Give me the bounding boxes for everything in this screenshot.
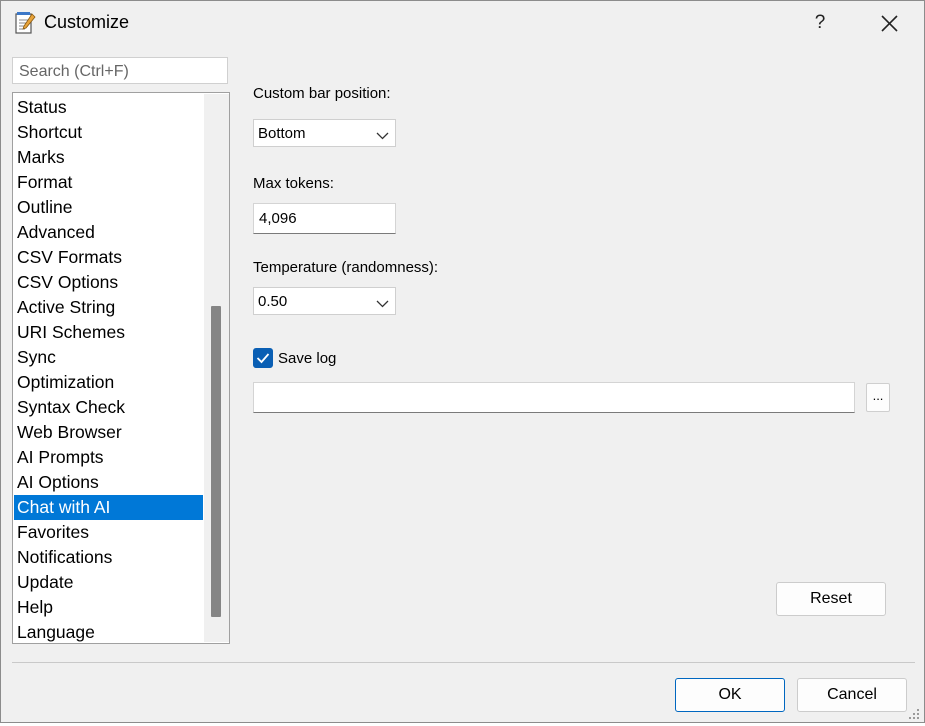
list-item[interactable]: CSV Formats	[14, 245, 203, 270]
list-item[interactable]: Optimization	[14, 370, 203, 395]
bar-position-value: Bottom	[258, 125, 306, 142]
list-item[interactable]: AI Prompts	[14, 445, 203, 470]
save-log-label[interactable]: Save log	[278, 350, 336, 367]
help-button[interactable]: ?	[802, 7, 838, 39]
list-item[interactable]: Syntax Check	[14, 395, 203, 420]
cancel-button[interactable]: Cancel	[797, 678, 907, 712]
list-item[interactable]: AI Options	[14, 470, 203, 495]
list-item[interactable]: Outline	[14, 195, 203, 220]
temperature-select[interactable]: 0.50	[253, 287, 396, 315]
bar-position-select[interactable]: Bottom	[253, 119, 396, 147]
category-list[interactable]: Status Shortcut Marks Format Outline Adv…	[12, 92, 230, 644]
list-item[interactable]: Favorites	[14, 520, 203, 545]
log-path-input[interactable]	[253, 382, 855, 413]
list-scrollbar[interactable]	[204, 94, 229, 642]
customize-dialog: Customize ? Search (Ctrl+F) Status Short…	[0, 0, 925, 723]
max-tokens-label: Max tokens:	[253, 175, 334, 192]
bar-position-label: Custom bar position:	[253, 85, 391, 102]
temperature-label: Temperature (randomness):	[253, 259, 439, 276]
list-item[interactable]: Sync	[14, 345, 203, 370]
temperature-value: 0.50	[258, 293, 288, 310]
list-item[interactable]: Update	[14, 570, 203, 595]
list-item-selected[interactable]: Chat with AI	[14, 495, 203, 520]
list-item[interactable]: Status	[14, 95, 203, 120]
list-item[interactable]: Web Browser	[14, 420, 203, 445]
search-input[interactable]: Search (Ctrl+F)	[12, 57, 228, 84]
chevron-down-icon	[376, 128, 389, 140]
notepad-icon	[14, 11, 36, 35]
list-item[interactable]: CSV Options	[14, 270, 203, 295]
list-item[interactable]: Help	[14, 595, 203, 620]
window-title: Customize	[44, 12, 130, 32]
list-item[interactable]: Language	[14, 620, 203, 643]
close-button[interactable]	[871, 7, 907, 39]
list-item[interactable]: Notifications	[14, 545, 203, 570]
chevron-down-icon	[376, 296, 389, 308]
list-item[interactable]: Marks	[14, 145, 203, 170]
reset-button[interactable]: Reset	[776, 582, 886, 616]
list-item[interactable]: Format	[14, 170, 203, 195]
list-item[interactable]: URI Schemes	[14, 320, 203, 345]
resize-grip-icon[interactable]	[907, 707, 921, 721]
browse-button[interactable]: ...	[866, 383, 890, 412]
save-log-checkbox[interactable]	[253, 348, 273, 368]
title-bar: Customize ?	[1, 1, 924, 46]
max-tokens-input[interactable]: 4,096	[253, 203, 396, 234]
checkmark-icon	[256, 353, 270, 364]
ok-button[interactable]: OK	[675, 678, 785, 712]
list-item[interactable]: Shortcut	[14, 120, 203, 145]
footer-divider	[12, 662, 915, 663]
list-item[interactable]: Active String	[14, 295, 203, 320]
scrollbar-thumb[interactable]	[211, 306, 221, 617]
close-icon	[881, 15, 898, 32]
list-item[interactable]: Advanced	[14, 220, 203, 245]
